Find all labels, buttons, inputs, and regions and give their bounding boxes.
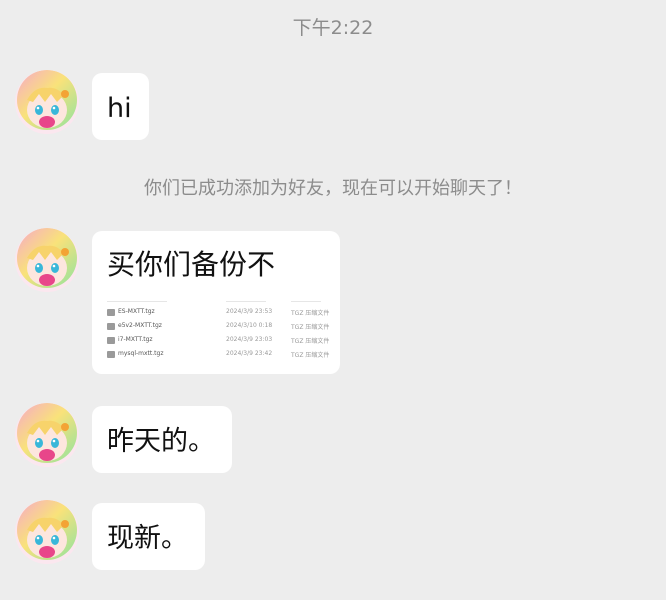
file-icon xyxy=(107,351,115,358)
file-attachment-preview[interactable]: ES-MXTT.tgz 2024/3/9 23:53 TGZ 压缩文件 e5v2… xyxy=(107,301,340,363)
system-notice: 你们已成功添加为好友，现在可以开始聊天了！ xyxy=(144,178,522,199)
file-name: i7-MXTT.tgz xyxy=(118,336,153,343)
message-text: 昨天的。 xyxy=(107,426,215,457)
message-row: 现新。 xyxy=(15,500,655,570)
file-name: mysql-mxtt.tgz xyxy=(118,350,164,357)
file-row: ES-MXTT.tgz 2024/3/9 23:53 TGZ 压缩文件 xyxy=(107,307,340,321)
file-row: mysql-mxtt.tgz 2024/3/9 23:42 TGZ 压缩文件 xyxy=(107,349,340,363)
file-icon xyxy=(107,323,115,330)
file-name: ES-MXTT.tgz xyxy=(118,308,155,315)
anime-avatar-icon xyxy=(15,228,79,292)
message-text: 买你们备份不 xyxy=(107,248,276,281)
message-text: hi xyxy=(107,93,132,124)
anime-avatar-icon xyxy=(15,70,79,134)
file-icon xyxy=(107,309,115,316)
message-timestamp: 下午2:22 xyxy=(292,17,374,39)
file-type: TGZ 压缩文件 xyxy=(291,352,330,359)
file-date: 2024/3/10 0:18 xyxy=(226,322,273,329)
file-row: i7-MXTT.tgz 2024/3/9 23:03 TGZ 压缩文件 xyxy=(107,335,340,349)
file-type: TGZ 压缩文件 xyxy=(291,324,330,331)
anime-avatar-icon xyxy=(15,500,79,564)
file-row: e5v2-MXTT.tgz 2024/3/10 0:18 TGZ 压缩文件 xyxy=(107,321,340,335)
file-type: TGZ 压缩文件 xyxy=(291,338,330,345)
file-type: TGZ 压缩文件 xyxy=(291,310,330,317)
chat-window: 下午2:22 hi 你们已成功添加为好友，现在可以开始聊天了！ 买你们备份不 E… xyxy=(0,0,666,600)
message-bubble[interactable]: 买你们备份不 ES-MXTT.tgz 2024/3/9 23:53 TGZ 压缩… xyxy=(92,231,340,374)
message-row: 昨天的。 xyxy=(15,403,655,473)
message-bubble[interactable]: hi xyxy=(92,73,149,140)
contact-avatar[interactable] xyxy=(15,403,79,467)
message-row: hi xyxy=(15,70,655,140)
file-date: 2024/3/9 23:53 xyxy=(226,308,273,315)
message-text: 现新。 xyxy=(107,523,188,554)
message-row: 买你们备份不 ES-MXTT.tgz 2024/3/9 23:53 TGZ 压缩… xyxy=(15,228,655,376)
file-date: 2024/3/9 23:03 xyxy=(226,336,273,343)
file-icon xyxy=(107,337,115,344)
contact-avatar[interactable] xyxy=(15,228,79,292)
message-bubble[interactable]: 现新。 xyxy=(92,503,205,570)
contact-avatar[interactable] xyxy=(15,70,79,134)
file-date: 2024/3/9 23:42 xyxy=(226,350,273,357)
message-bubble[interactable]: 昨天的。 xyxy=(92,406,232,473)
contact-avatar[interactable] xyxy=(15,500,79,564)
anime-avatar-icon xyxy=(15,403,79,467)
file-name: e5v2-MXTT.tgz xyxy=(118,322,162,329)
